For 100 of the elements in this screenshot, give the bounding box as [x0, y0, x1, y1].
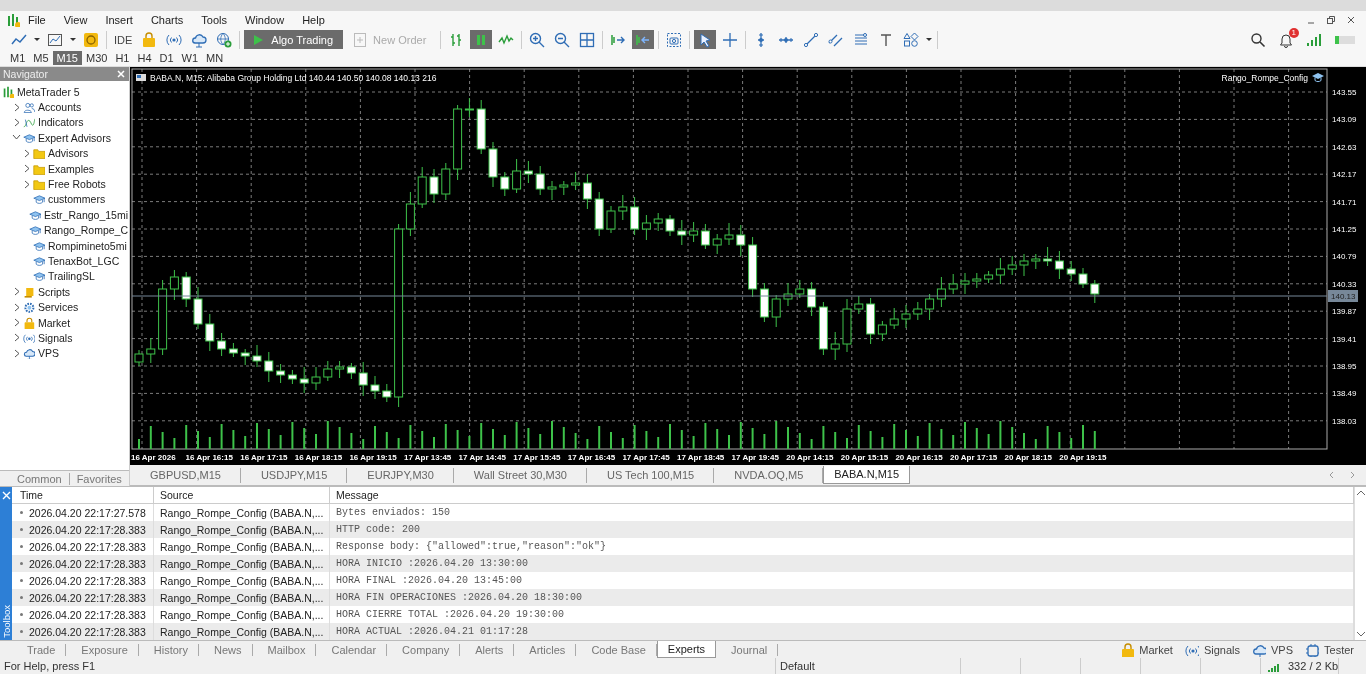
bullet-icon [20, 596, 23, 599]
bell-icon[interactable] [1278, 31, 1294, 48]
source-cell: Rango_Rompe_Config (BABA.N,... [154, 589, 330, 606]
tree-item[interactable]: Rango_Rompe_C [42, 224, 129, 237]
folder-icon [33, 178, 45, 191]
tree-item[interactable]: TenaxBot_LGC [47, 255, 121, 267]
tree-item[interactable]: Expert Advisors [37, 131, 112, 144]
candle [795, 279, 805, 299]
panel-tab[interactable]: Common [10, 472, 70, 485]
side-link[interactable]: Tester [1305, 642, 1354, 657]
column-header[interactable]: Source [154, 487, 330, 503]
terminal-tab[interactable]: Exposure [66, 643, 139, 656]
tree-item[interactable]: Signals [37, 331, 74, 344]
terminal-tab[interactable]: Company [387, 643, 461, 656]
log-time: 2026.04.20 22:17:28.383 [29, 557, 146, 570]
chart-tab[interactable]: US Tech 100,M15 [586, 467, 715, 483]
terminal-tab[interactable]: Code Base [576, 643, 657, 656]
timeframe-button[interactable]: H4 [133, 51, 156, 65]
bullet-icon [20, 511, 23, 514]
timeframe-button[interactable]: M5 [29, 51, 53, 65]
search-icon[interactable] [1250, 31, 1266, 48]
chart-tab[interactable]: EURJPY,M30 [347, 467, 454, 483]
toolbox-side-tab[interactable]: Toolbox [0, 487, 12, 640]
indicator-curve-icon [23, 116, 35, 129]
terminal-tab[interactable]: Mailbox [252, 643, 317, 656]
menu-item[interactable]: Window [237, 13, 293, 27]
tree-item[interactable]: TrailingSL [47, 270, 96, 283]
timeframe-button[interactable]: H1 [111, 51, 134, 65]
menu-item[interactable]: Help [294, 13, 333, 27]
timeframe-button[interactable]: MN [202, 51, 228, 65]
scroll-left-icon[interactable] [1328, 471, 1335, 479]
terminal-tab[interactable]: Trade [12, 643, 67, 656]
time-axis-label: 17 Apr 19:45 [731, 453, 779, 462]
chart-tab[interactable]: GBPUSD,M15 [130, 467, 241, 483]
menu-item[interactable]: Charts [142, 13, 192, 27]
toolbar-button[interactable]: Algo Trading [244, 30, 344, 49]
tree-item[interactable]: MetaTrader 5 [16, 85, 81, 98]
caret-icon[interactable] [69, 35, 77, 44]
terminal-tab[interactable]: News [199, 643, 253, 656]
price-axis-label: 142.63 [1332, 142, 1357, 152]
terminal-tab[interactable]: Experts [656, 641, 717, 658]
candle [1078, 267, 1088, 289]
timeframe-button[interactable]: W1 [177, 51, 203, 65]
candle [1043, 246, 1053, 267]
caret-icon[interactable] [33, 35, 41, 44]
terminal-tab[interactable]: Journal [716, 643, 779, 656]
graduation-cap-icon [33, 193, 45, 206]
shift-arrow-button[interactable] [632, 30, 655, 49]
timeframe-button[interactable]: M15 [52, 51, 82, 65]
tree-item[interactable]: Scripts [37, 285, 72, 298]
chart-tab[interactable]: BABA.N,M15 [823, 466, 911, 484]
candle [181, 271, 191, 308]
menu-item[interactable]: Insert [97, 13, 141, 27]
tree-item[interactable]: Accounts [37, 101, 83, 114]
timeframe-button[interactable]: M1 [6, 51, 30, 65]
tree-item[interactable]: custommers [47, 193, 107, 206]
column-header[interactable]: Message [330, 487, 1354, 503]
terminal-tab[interactable]: History [138, 643, 200, 656]
menu-item[interactable]: View [55, 13, 96, 27]
timeframe-button[interactable]: M30 [81, 51, 112, 65]
log-time: 2026.04.20 22:17:28.383 [29, 608, 146, 621]
tree-item[interactable]: Indicators [37, 116, 85, 129]
side-link[interactable]: Market [1120, 642, 1173, 657]
chart-tab[interactable]: USDJPY,M15 [240, 467, 348, 483]
side-link[interactable]: VPS [1252, 642, 1294, 657]
candle [1066, 260, 1076, 282]
menu-item[interactable]: File [22, 13, 54, 27]
candle [854, 295, 864, 315]
cursor-button[interactable] [694, 30, 717, 49]
timeframe-button[interactable]: D1 [155, 51, 178, 65]
caret-icon[interactable] [925, 35, 934, 44]
scroll-up-icon[interactable] [1355, 489, 1366, 497]
restore-icon[interactable] [1326, 15, 1336, 25]
tree-item[interactable]: Advisors [47, 147, 90, 160]
tree-item[interactable]: Free Robots [47, 178, 107, 191]
candle [783, 282, 793, 307]
candle [382, 383, 392, 403]
zoom-out-icon [554, 31, 571, 48]
scroll-right-icon[interactable] [1349, 471, 1356, 479]
terminal-tab[interactable]: Calendar [316, 643, 388, 656]
close-icon[interactable] [1346, 15, 1356, 25]
terminal-tab[interactable]: Articles [514, 643, 577, 656]
tree-item[interactable]: Services [37, 301, 80, 314]
scroll-down-icon[interactable] [1355, 630, 1366, 638]
menu-item[interactable]: Tools [193, 13, 235, 27]
tree-item[interactable]: Market [37, 316, 72, 329]
message-cell: HTTP code: 200 [330, 521, 1354, 538]
panel-tab[interactable]: Favorites [69, 472, 129, 485]
tree-item[interactable]: Examples [47, 162, 96, 175]
tree-item[interactable]: Estr_Rango_15mi [42, 208, 129, 221]
tree-item[interactable]: Rompimineto5mi [47, 239, 128, 252]
bullet-icon [20, 630, 23, 633]
side-link[interactable]: Signals [1184, 642, 1240, 657]
candle [653, 212, 663, 232]
column-header[interactable]: Time [12, 487, 154, 503]
terminal-tab[interactable]: Alerts [460, 643, 515, 656]
pause-button[interactable] [470, 30, 493, 49]
chart-tab[interactable]: Wall Street 30,M30 [453, 467, 587, 483]
toolbar-button[interactable]: IDE [111, 30, 136, 49]
tree-item[interactable]: VPS [37, 347, 60, 360]
